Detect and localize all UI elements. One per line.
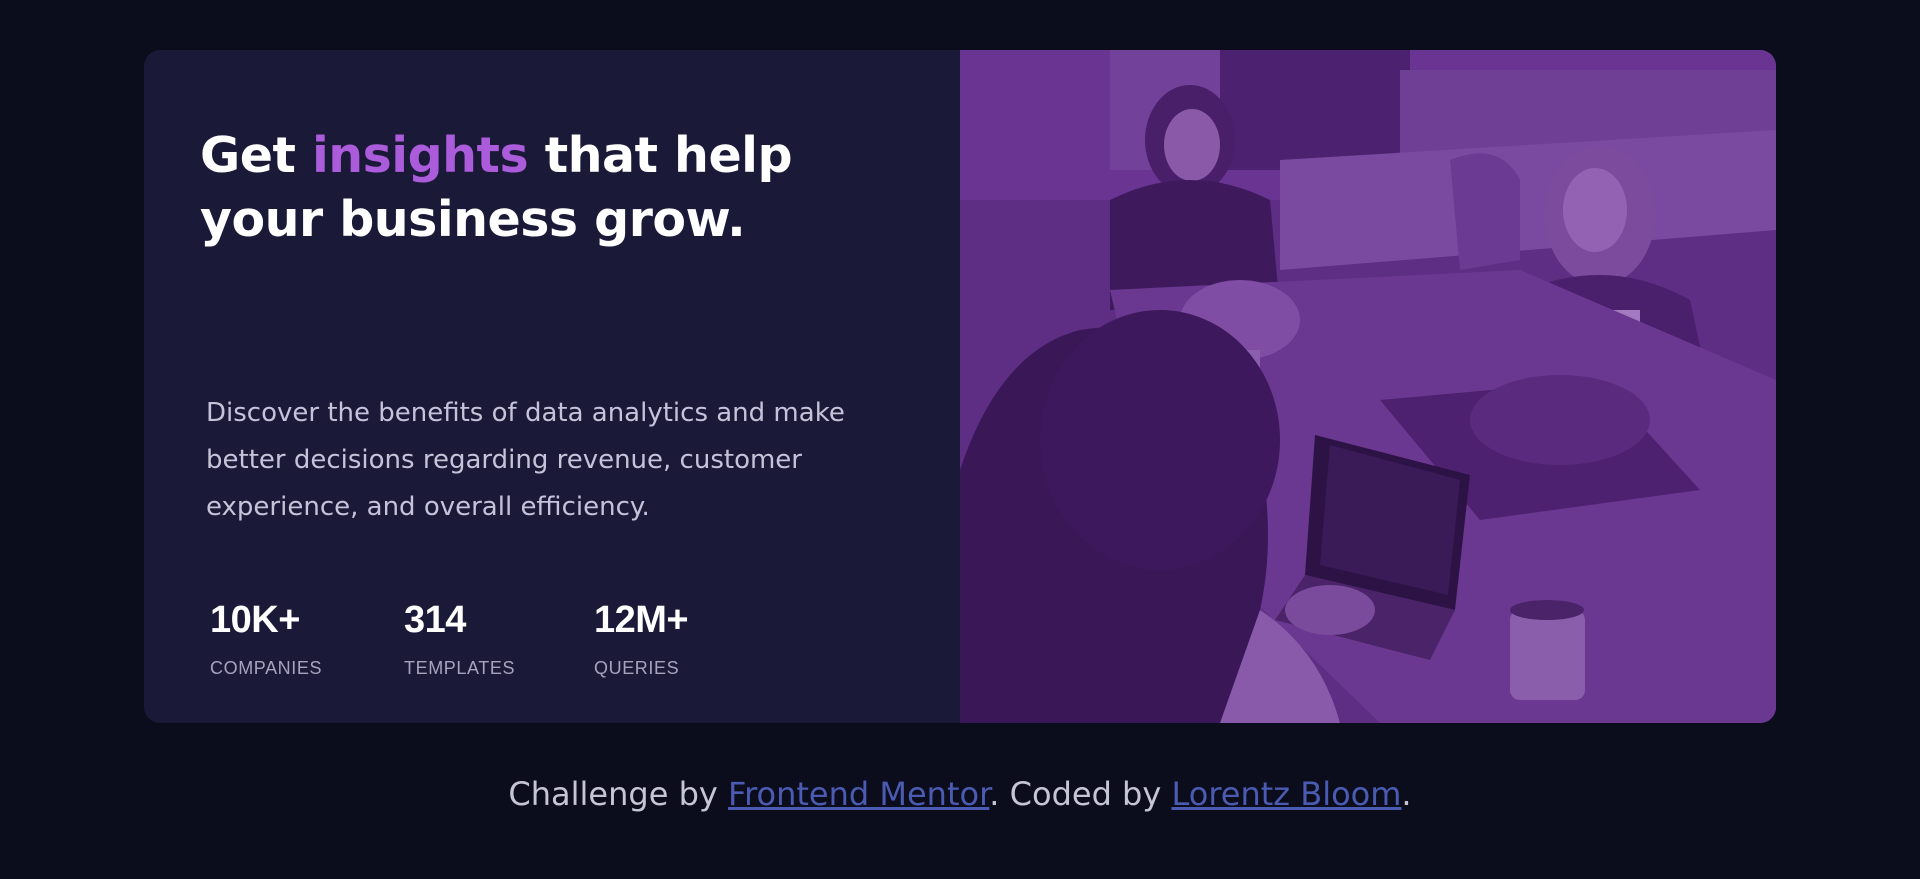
stat-label: QUERIES [594, 658, 680, 678]
stat-queries: 12M+ QUERIES [594, 590, 784, 683]
headline: Get insights that help your business gro… [200, 124, 840, 252]
stats-row: 10K+ COMPANIES 314 TEMPLATES 12M+ QUERIE… [210, 590, 784, 683]
stat-label: TEMPLATES [404, 658, 516, 678]
team-photo-illustration [960, 50, 1776, 723]
stat-value: 314 [404, 599, 466, 641]
stats-preview-card: Get insights that help your business gro… [144, 50, 1776, 723]
header-image [960, 50, 1776, 723]
attribution-suffix: . [1401, 775, 1412, 813]
attribution: Challenge by Frontend Mentor. Coded by L… [0, 770, 1920, 818]
stat-templates: 314 TEMPLATES [404, 590, 594, 683]
author-link[interactable]: Lorentz Bloom [1171, 775, 1401, 813]
description: Discover the benefits of data analytics … [206, 398, 845, 522]
stat-companies: 10K+ COMPANIES [210, 590, 404, 683]
headline-prefix: Get [200, 127, 312, 184]
headline-accent: insights [311, 127, 529, 184]
attribution-middle: . Coded by [989, 775, 1172, 813]
frontend-mentor-link[interactable]: Frontend Mentor [728, 775, 989, 813]
stat-label: COMPANIES [210, 658, 323, 678]
stat-value: 10K+ [210, 599, 300, 641]
card-content: Get insights that help your business gro… [144, 50, 960, 723]
stat-value: 12M+ [594, 599, 689, 641]
attribution-prefix: Challenge by [508, 775, 728, 813]
